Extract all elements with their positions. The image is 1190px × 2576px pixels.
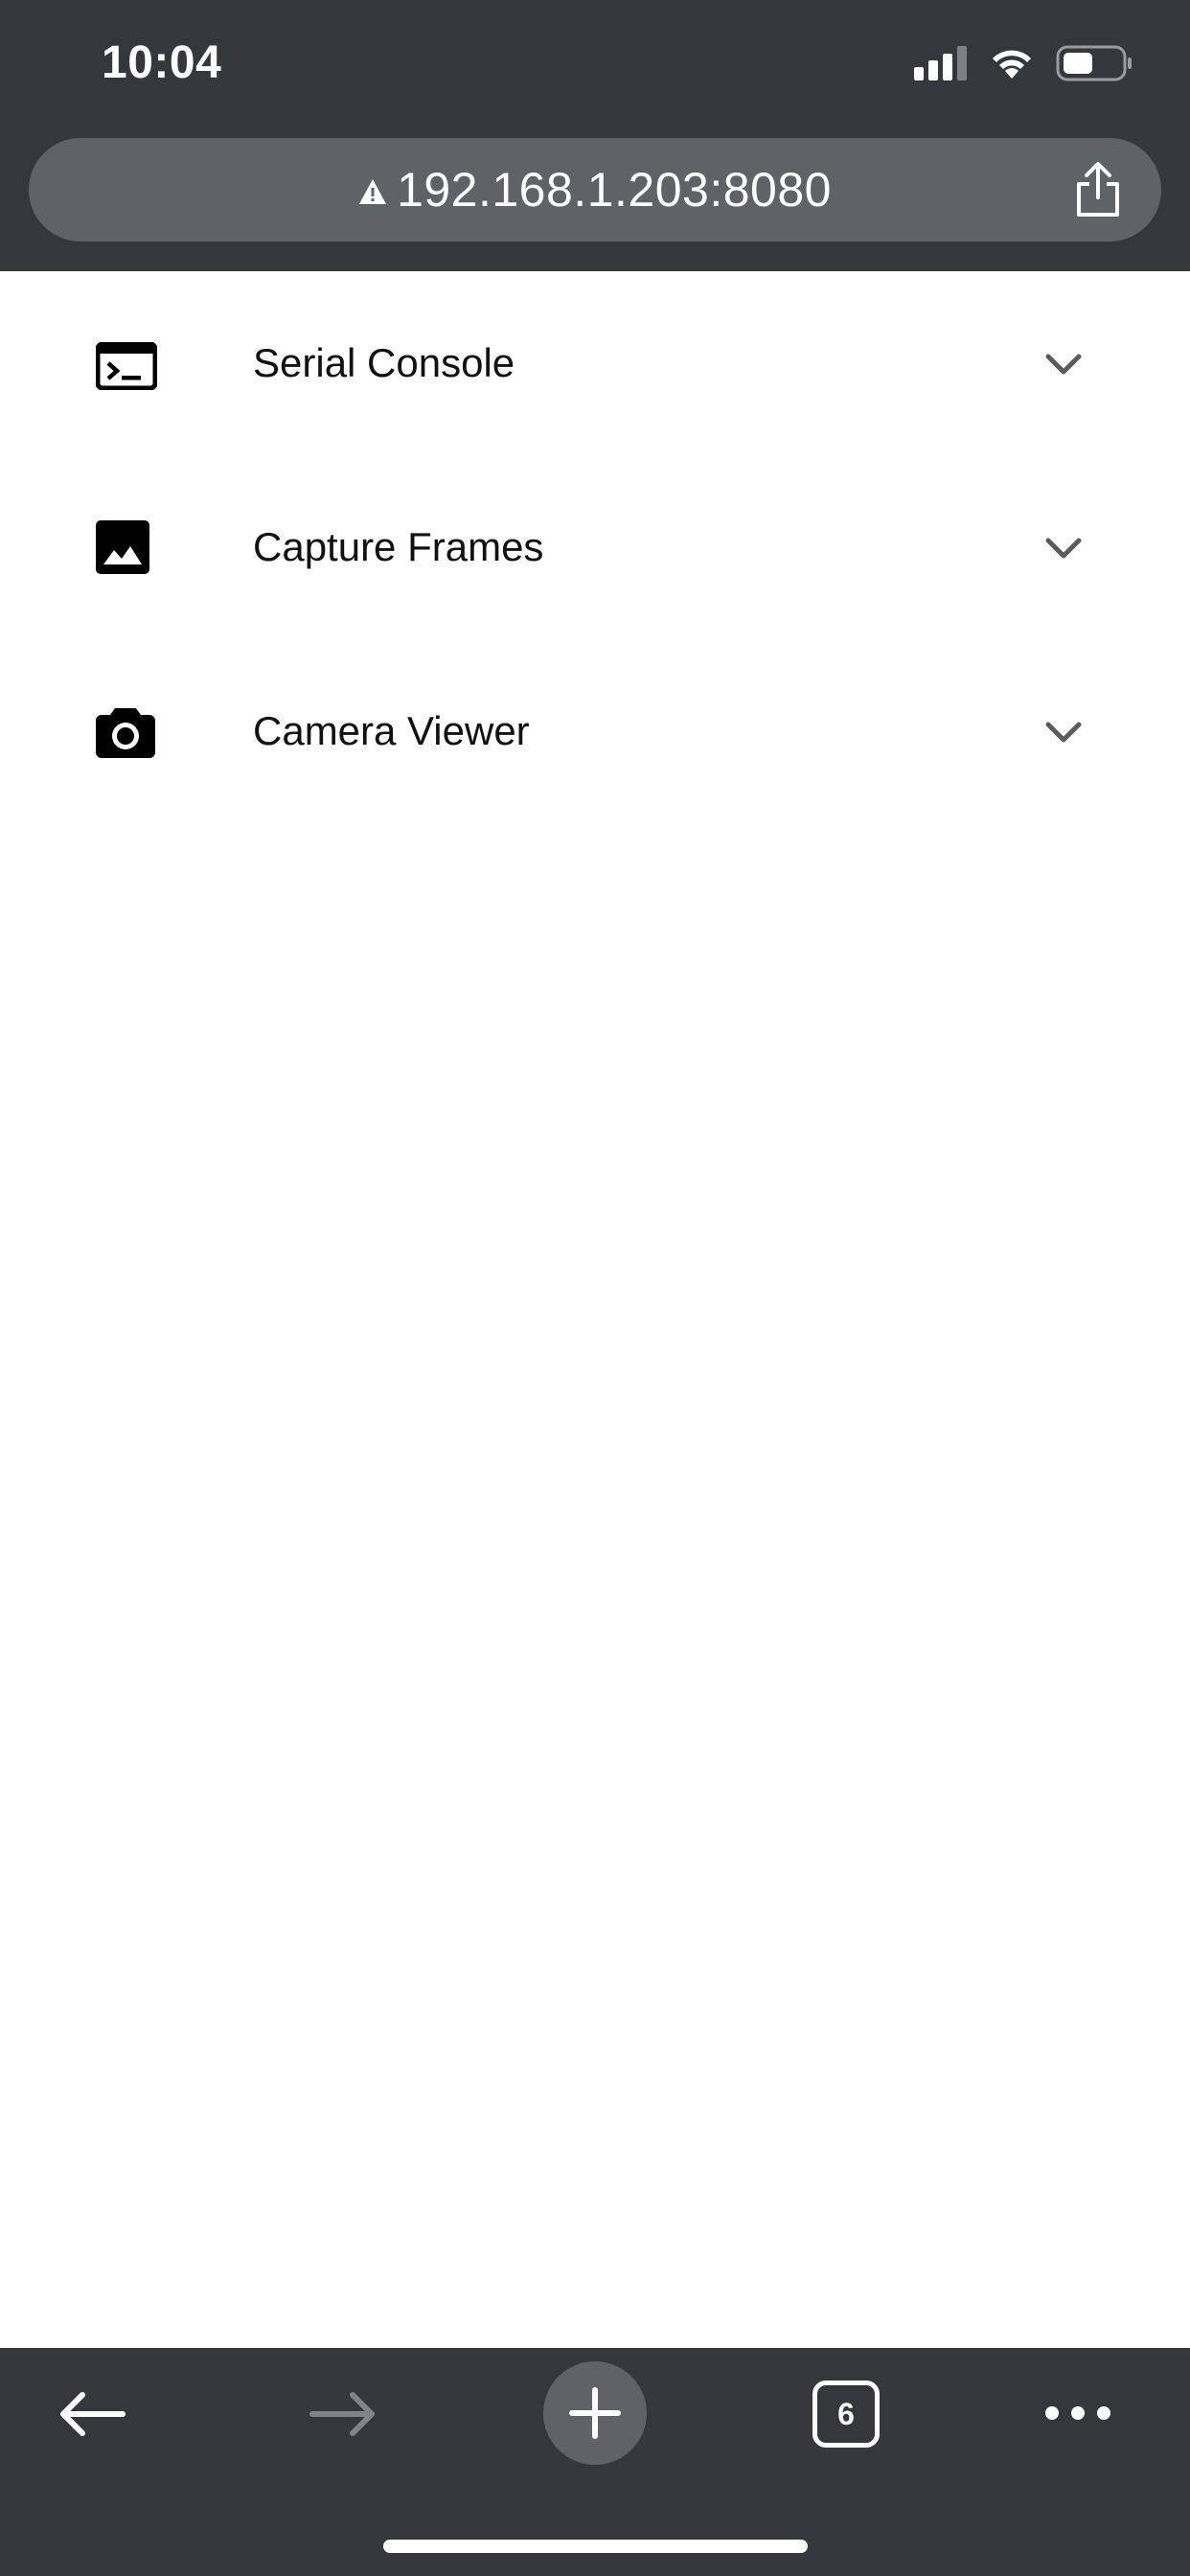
status-time: 10:04 <box>102 37 222 88</box>
plus-icon <box>569 2387 621 2439</box>
menu-item-serial-console[interactable]: Serial Console <box>0 271 1190 455</box>
terminal-icon <box>96 342 157 390</box>
menu-item-label: Camera Viewer <box>253 708 530 753</box>
new-tab-button[interactable] <box>543 2361 647 2465</box>
main-menu: Serial Console Capture Frames Camera Vie… <box>0 271 1190 823</box>
browser-toolbar: 6 <box>0 2348 1190 2576</box>
status-icons <box>914 42 1133 84</box>
chevron-down-icon[interactable] <box>1044 720 1083 745</box>
menu-item-camera-viewer[interactable]: Camera Viewer <box>0 639 1190 823</box>
wifi-icon <box>993 50 1031 79</box>
menu-item-capture-frames[interactable]: Capture Frames <box>0 455 1190 639</box>
forward-arrow-icon[interactable] <box>309 2390 378 2438</box>
tab-switcher-button[interactable]: 6 <box>812 2380 880 2448</box>
share-icon[interactable] <box>1073 161 1123 218</box>
tab-count: 6 <box>837 2396 855 2431</box>
warning-icon <box>359 179 387 204</box>
url-display[interactable]: 192.168.1.203:8080 <box>29 138 1161 242</box>
chevron-down-icon[interactable] <box>1044 352 1083 377</box>
signal-icon <box>914 46 967 80</box>
address-bar[interactable]: 192.168.1.203:8080 <box>29 138 1161 242</box>
back-arrow-icon[interactable] <box>57 2390 126 2438</box>
menu-item-label: Capture Frames <box>253 524 544 569</box>
url-text: 192.168.1.203:8080 <box>397 163 832 217</box>
home-indicator <box>383 2540 808 2553</box>
chevron-down-icon[interactable] <box>1044 536 1083 561</box>
browser-top-chrome: 10:04 192.168.1.203:8080 <box>0 0 1190 271</box>
image-icon <box>96 520 149 574</box>
menu-item-label: Serial Console <box>253 340 515 385</box>
camera-icon <box>96 708 155 758</box>
battery-icon <box>1056 45 1132 81</box>
more-icon[interactable] <box>1044 2404 1111 2423</box>
